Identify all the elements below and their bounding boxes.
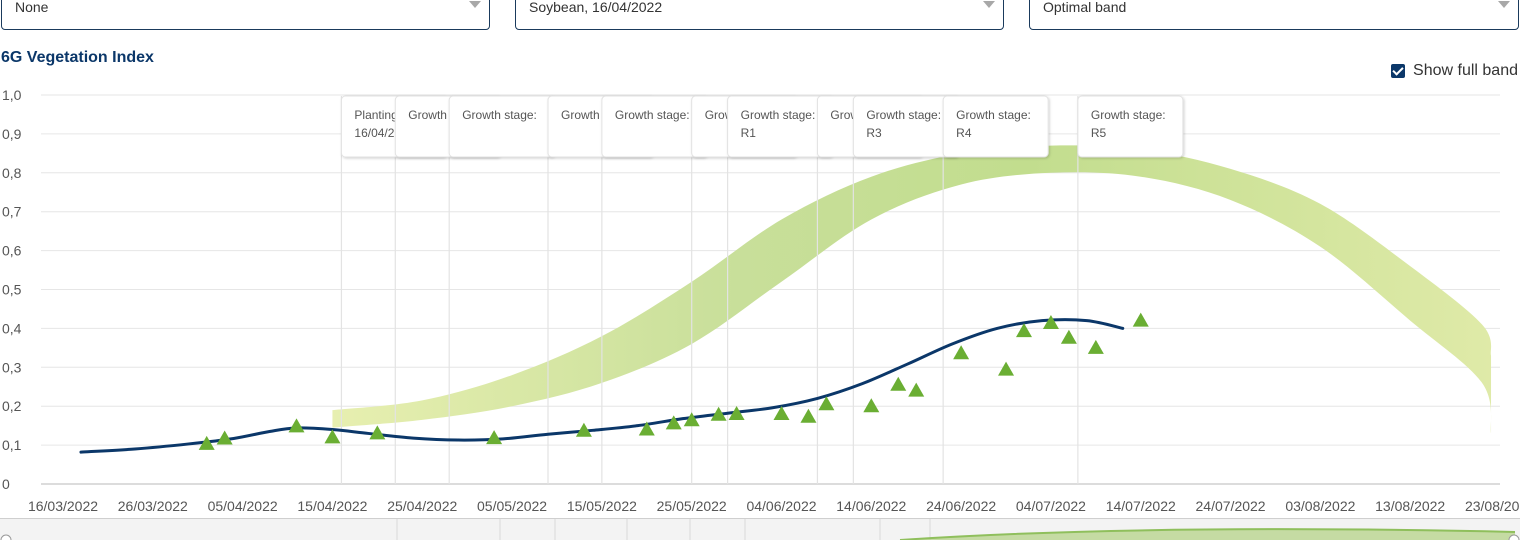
- annotation-label: Growth stage:: [956, 108, 1031, 122]
- y-tick-label: 0,3: [2, 359, 22, 375]
- vegetation-index-chart: Planting date:16/04/2022Growth stage:Gro…: [2, 87, 1520, 514]
- x-tick-label: 14/07/2022: [1106, 498, 1176, 514]
- annotation-box: [601, 95, 708, 158]
- y-tick-label: 0,4: [2, 320, 22, 336]
- y-tick-label: 0,8: [2, 165, 22, 181]
- annotation-label: Growth stage:: [462, 108, 537, 122]
- y-tick-label: 0,7: [2, 204, 22, 220]
- x-tick-label: 25/05/2022: [657, 498, 727, 514]
- x-tick-label: 26/03/2022: [118, 498, 188, 514]
- x-tick-label: 23/08/2022: [1465, 498, 1520, 514]
- triangle-marker: [1060, 329, 1077, 344]
- x-axis-labels: 16/03/2022 26/03/2022 05/04/2022 15/04/2022…: [28, 498, 1520, 514]
- triangle-marker: [998, 361, 1015, 376]
- x-tick-label: 04/07/2022: [1016, 498, 1086, 514]
- triangle-marker: [890, 376, 907, 391]
- x-tick-label: 13/08/2022: [1375, 498, 1445, 514]
- stage-annotation: Growth stage: R1: [727, 95, 834, 158]
- triangle-marker: [908, 382, 925, 397]
- annotation-label: Growth stage:: [866, 108, 941, 122]
- x-tick-label: 14/06/2022: [836, 498, 906, 514]
- x-tick-label: 05/05/2022: [477, 498, 547, 514]
- triangle-marker: [1132, 312, 1149, 327]
- y-tick-label: 0,1: [2, 437, 22, 453]
- x-tick-label: 24/07/2022: [1196, 498, 1266, 514]
- x-tick-label: 03/08/2022: [1285, 498, 1355, 514]
- triangle-marker: [1087, 339, 1104, 354]
- annotation-box: [448, 95, 555, 158]
- y-tick-label: 0: [2, 476, 10, 492]
- x-tick-label: 05/04/2022: [208, 498, 278, 514]
- stage-annotation: Growth stage: R3: [852, 95, 959, 158]
- y-tick-label: 1,0: [2, 87, 22, 103]
- annotation-value: R3: [866, 126, 882, 140]
- y-tick-label: 0,2: [2, 398, 22, 414]
- x-tick-label: 16/03/2022: [28, 498, 98, 514]
- y-tick-label: 0,5: [2, 282, 22, 298]
- triangle-marker: [1042, 314, 1059, 329]
- range-navigator[interactable]: [0, 518, 1520, 540]
- stage-annotation: Growth stage:: [601, 95, 708, 158]
- triangle-marker: [486, 430, 503, 445]
- annotation-value: R4: [956, 126, 972, 140]
- stage-annotation: Growth stage: R4: [942, 95, 1049, 158]
- stage-annotation: Growth stage:: [448, 95, 555, 158]
- x-tick-label: 15/05/2022: [567, 498, 637, 514]
- annotation-value: R5: [1091, 126, 1107, 140]
- x-tick-label: 24/06/2022: [926, 498, 996, 514]
- triangle-marker: [863, 398, 880, 413]
- x-tick-label: 04/06/2022: [746, 498, 816, 514]
- triangle-marker: [288, 418, 305, 433]
- annotation-label: Growth stage:: [741, 108, 816, 122]
- triangle-marker: [953, 345, 970, 360]
- annotation-label: Growth stage:: [1091, 108, 1166, 122]
- y-tick-label: 0,6: [2, 243, 22, 259]
- x-tick-label: 15/04/2022: [297, 498, 367, 514]
- triangle-marker: [800, 408, 817, 423]
- stage-annotation: Growth stage: R5: [1077, 95, 1184, 158]
- x-tick-label: 25/04/2022: [387, 498, 457, 514]
- annotation-label: Growth stage:: [615, 108, 690, 122]
- y-axis-labels: 0 0,1 0,2 0,3 0,4 0,5 0,6 0,7 0,8 0,9 1,0: [2, 87, 22, 492]
- annotation-value: R1: [741, 126, 757, 140]
- y-tick-label: 0,9: [2, 126, 22, 142]
